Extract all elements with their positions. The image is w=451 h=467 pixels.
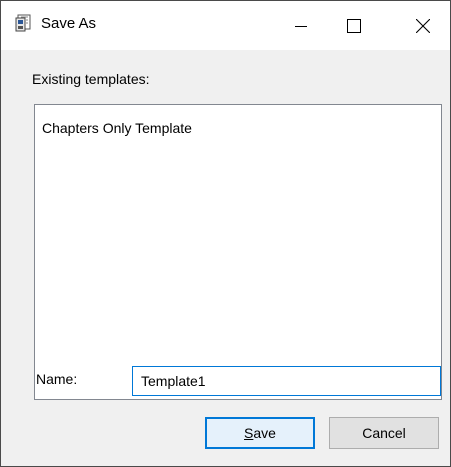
save-as-dialog: Save As Existing templates: Chapters Onl…: [0, 0, 451, 467]
existing-templates-list[interactable]: Chapters Only Template: [34, 104, 442, 400]
close-icon: [416, 18, 430, 33]
minimize-button[interactable]: [278, 1, 324, 50]
name-label: Name:: [36, 371, 78, 387]
save-button-label: ave: [253, 425, 276, 441]
window-title: Save As: [41, 15, 97, 32]
maximize-icon: [347, 18, 361, 33]
close-button[interactable]: [400, 1, 446, 50]
minimize-icon: [295, 20, 307, 32]
list-item[interactable]: Chapters Only Template: [42, 120, 192, 136]
save-button-mnemonic: S: [244, 425, 254, 441]
dialog-body: Existing templates: Chapters Only Templa…: [1, 50, 450, 466]
save-as-document-icon: [15, 14, 33, 32]
name-input[interactable]: [132, 366, 441, 396]
cancel-button[interactable]: Cancel: [329, 417, 439, 449]
save-button[interactable]: Save: [205, 417, 315, 449]
existing-templates-label: Existing templates:: [32, 71, 150, 87]
cancel-button-label: Cancel: [362, 425, 406, 441]
maximize-button[interactable]: [331, 1, 377, 50]
title-bar[interactable]: Save As: [1, 1, 450, 50]
